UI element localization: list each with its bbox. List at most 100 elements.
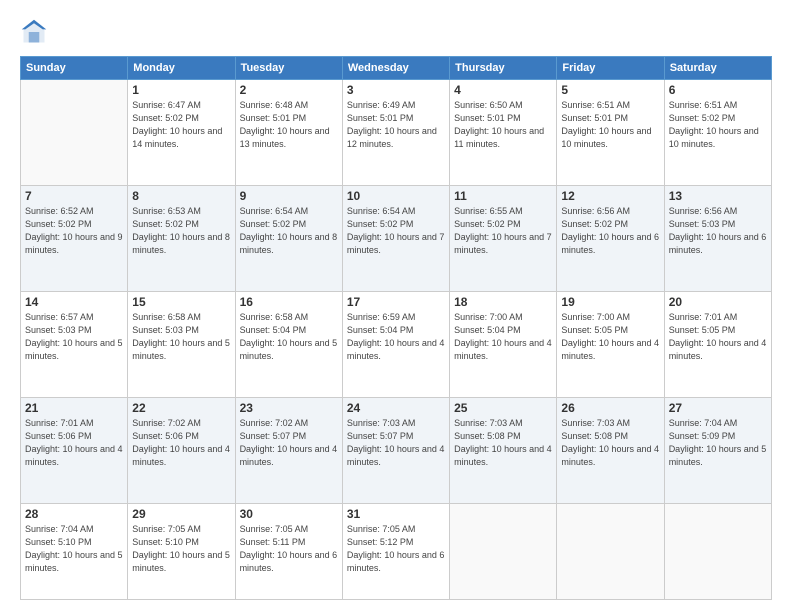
calendar-week-row: 1Sunrise: 6:47 AMSunset: 5:02 PMDaylight… [21,80,772,186]
day-info: Sunrise: 7:02 AMSunset: 5:07 PMDaylight:… [240,417,338,469]
day-number: 2 [240,83,338,97]
day-info: Sunrise: 6:56 AMSunset: 5:02 PMDaylight:… [561,205,659,257]
day-number: 11 [454,189,552,203]
day-info: Sunrise: 6:51 AMSunset: 5:01 PMDaylight:… [561,99,659,151]
weekday-header-row: SundayMondayTuesdayWednesdayThursdayFrid… [21,57,772,80]
weekday-header-saturday: Saturday [664,57,771,80]
calendar-cell: 18 Sunrise: 7:00 AMSunset: 5:04 PMDayligh… [450,291,557,397]
day-info: Sunrise: 7:04 AMSunset: 5:09 PMDaylight:… [669,417,767,469]
day-number: 8 [132,189,230,203]
logo [20,18,52,46]
day-info: Sunrise: 7:00 AMSunset: 5:04 PMDaylight:… [454,311,552,363]
day-info: Sunrise: 7:05 AMSunset: 5:10 PMDaylight:… [132,523,230,575]
day-number: 4 [454,83,552,97]
day-number: 10 [347,189,445,203]
day-info: Sunrise: 6:59 AMSunset: 5:04 PMDaylight:… [347,311,445,363]
page: SundayMondayTuesdayWednesdayThursdayFrid… [0,0,792,612]
calendar-cell: 2 Sunrise: 6:48 AMSunset: 5:01 PMDaylight… [235,80,342,186]
calendar-cell: 12 Sunrise: 6:56 AMSunset: 5:02 PMDayligh… [557,185,664,291]
day-info: Sunrise: 6:58 AMSunset: 5:04 PMDaylight:… [240,311,338,363]
day-info: Sunrise: 6:51 AMSunset: 5:02 PMDaylight:… [669,99,767,151]
calendar-cell: 15 Sunrise: 6:58 AMSunset: 5:03 PMDayligh… [128,291,235,397]
calendar-cell: 16Sunrise: 6:58 AMSunset: 5:04 PMDayligh… [235,291,342,397]
calendar-cell: 17 Sunrise: 6:59 AMSunset: 5:04 PMDayligh… [342,291,449,397]
day-number: 30 [240,507,338,521]
calendar-cell: 24 Sunrise: 7:03 AMSunset: 5:07 PMDayligh… [342,397,449,503]
calendar-week-row: 21 Sunrise: 7:01 AMSunset: 5:06 PMDayligh… [21,397,772,503]
day-number: 25 [454,401,552,415]
calendar-cell: 10Sunrise: 6:54 AMSunset: 5:02 PMDayligh… [342,185,449,291]
day-number: 6 [669,83,767,97]
weekday-header-monday: Monday [128,57,235,80]
calendar-cell: 23 Sunrise: 7:02 AMSunset: 5:07 PMDayligh… [235,397,342,503]
day-info: Sunrise: 7:04 AMSunset: 5:10 PMDaylight:… [25,523,123,575]
day-number: 23 [240,401,338,415]
day-number: 20 [669,295,767,309]
calendar-week-row: 14 Sunrise: 6:57 AMSunset: 5:03 PMDayligh… [21,291,772,397]
calendar-cell: 26Sunrise: 7:03 AMSunset: 5:08 PMDayligh… [557,397,664,503]
day-info: Sunrise: 7:03 AMSunset: 5:08 PMDaylight:… [561,417,659,469]
day-number: 19 [561,295,659,309]
calendar-cell: 25Sunrise: 7:03 AMSunset: 5:08 PMDayligh… [450,397,557,503]
calendar-cell: 30 Sunrise: 7:05 AMSunset: 5:11 PMDayligh… [235,503,342,599]
calendar-cell [450,503,557,599]
day-number: 27 [669,401,767,415]
day-number: 29 [132,507,230,521]
weekday-header-sunday: Sunday [21,57,128,80]
day-info: Sunrise: 7:05 AMSunset: 5:11 PMDaylight:… [240,523,338,575]
header [20,18,772,46]
calendar-cell: 14 Sunrise: 6:57 AMSunset: 5:03 PMDayligh… [21,291,128,397]
day-number: 1 [132,83,230,97]
day-number: 28 [25,507,123,521]
day-number: 24 [347,401,445,415]
day-info: Sunrise: 7:00 AMSunset: 5:05 PMDaylight:… [561,311,659,363]
day-number: 18 [454,295,552,309]
day-info: Sunrise: 6:49 AMSunset: 5:01 PMDaylight:… [347,99,445,151]
day-number: 3 [347,83,445,97]
day-info: Sunrise: 6:53 AMSunset: 5:02 PMDaylight:… [132,205,230,257]
calendar-cell: 3 Sunrise: 6:49 AMSunset: 5:01 PMDaylight… [342,80,449,186]
calendar-cell: 8 Sunrise: 6:53 AMSunset: 5:02 PMDaylight… [128,185,235,291]
weekday-header-friday: Friday [557,57,664,80]
day-info: Sunrise: 6:55 AMSunset: 5:02 PMDaylight:… [454,205,552,257]
day-info: Sunrise: 7:01 AMSunset: 5:06 PMDaylight:… [25,417,123,469]
day-info: Sunrise: 6:50 AMSunset: 5:01 PMDaylight:… [454,99,552,151]
calendar-cell: 29 Sunrise: 7:05 AMSunset: 5:10 PMDayligh… [128,503,235,599]
day-info: Sunrise: 6:58 AMSunset: 5:03 PMDaylight:… [132,311,230,363]
calendar-week-row: 7 Sunrise: 6:52 AMSunset: 5:02 PMDaylight… [21,185,772,291]
calendar-cell [21,80,128,186]
calendar-week-row: 28 Sunrise: 7:04 AMSunset: 5:10 PMDayligh… [21,503,772,599]
calendar-cell: 27 Sunrise: 7:04 AMSunset: 5:09 PMDayligh… [664,397,771,503]
calendar-cell: 1Sunrise: 6:47 AMSunset: 5:02 PMDaylight… [128,80,235,186]
day-number: 15 [132,295,230,309]
calendar-cell: 28 Sunrise: 7:04 AMSunset: 5:10 PMDayligh… [21,503,128,599]
day-number: 5 [561,83,659,97]
weekday-header-wednesday: Wednesday [342,57,449,80]
calendar-cell: 9Sunrise: 6:54 AMSunset: 5:02 PMDaylight… [235,185,342,291]
calendar-cell: 21 Sunrise: 7:01 AMSunset: 5:06 PMDayligh… [21,397,128,503]
calendar-cell [664,503,771,599]
day-info: Sunrise: 6:48 AMSunset: 5:01 PMDaylight:… [240,99,338,151]
calendar-cell [557,503,664,599]
day-number: 14 [25,295,123,309]
day-number: 17 [347,295,445,309]
calendar-cell: 4 Sunrise: 6:50 AMSunset: 5:01 PMDaylight… [450,80,557,186]
weekday-header-thursday: Thursday [450,57,557,80]
day-info: Sunrise: 6:57 AMSunset: 5:03 PMDaylight:… [25,311,123,363]
weekday-header-tuesday: Tuesday [235,57,342,80]
day-info: Sunrise: 7:01 AMSunset: 5:05 PMDaylight:… [669,311,767,363]
calendar-cell: 7 Sunrise: 6:52 AMSunset: 5:02 PMDaylight… [21,185,128,291]
day-info: Sunrise: 7:03 AMSunset: 5:07 PMDaylight:… [347,417,445,469]
day-number: 12 [561,189,659,203]
calendar-cell: 5 Sunrise: 6:51 AMSunset: 5:01 PMDaylight… [557,80,664,186]
calendar-cell: 20 Sunrise: 7:01 AMSunset: 5:05 PMDayligh… [664,291,771,397]
day-number: 21 [25,401,123,415]
day-number: 31 [347,507,445,521]
day-info: Sunrise: 6:52 AMSunset: 5:02 PMDaylight:… [25,205,123,257]
day-number: 13 [669,189,767,203]
calendar-cell: 13Sunrise: 6:56 AMSunset: 5:03 PMDayligh… [664,185,771,291]
calendar-table: SundayMondayTuesdayWednesdayThursdayFrid… [20,56,772,600]
logo-icon [20,18,48,46]
day-number: 7 [25,189,123,203]
calendar-cell: 31Sunrise: 7:05 AMSunset: 5:12 PMDayligh… [342,503,449,599]
